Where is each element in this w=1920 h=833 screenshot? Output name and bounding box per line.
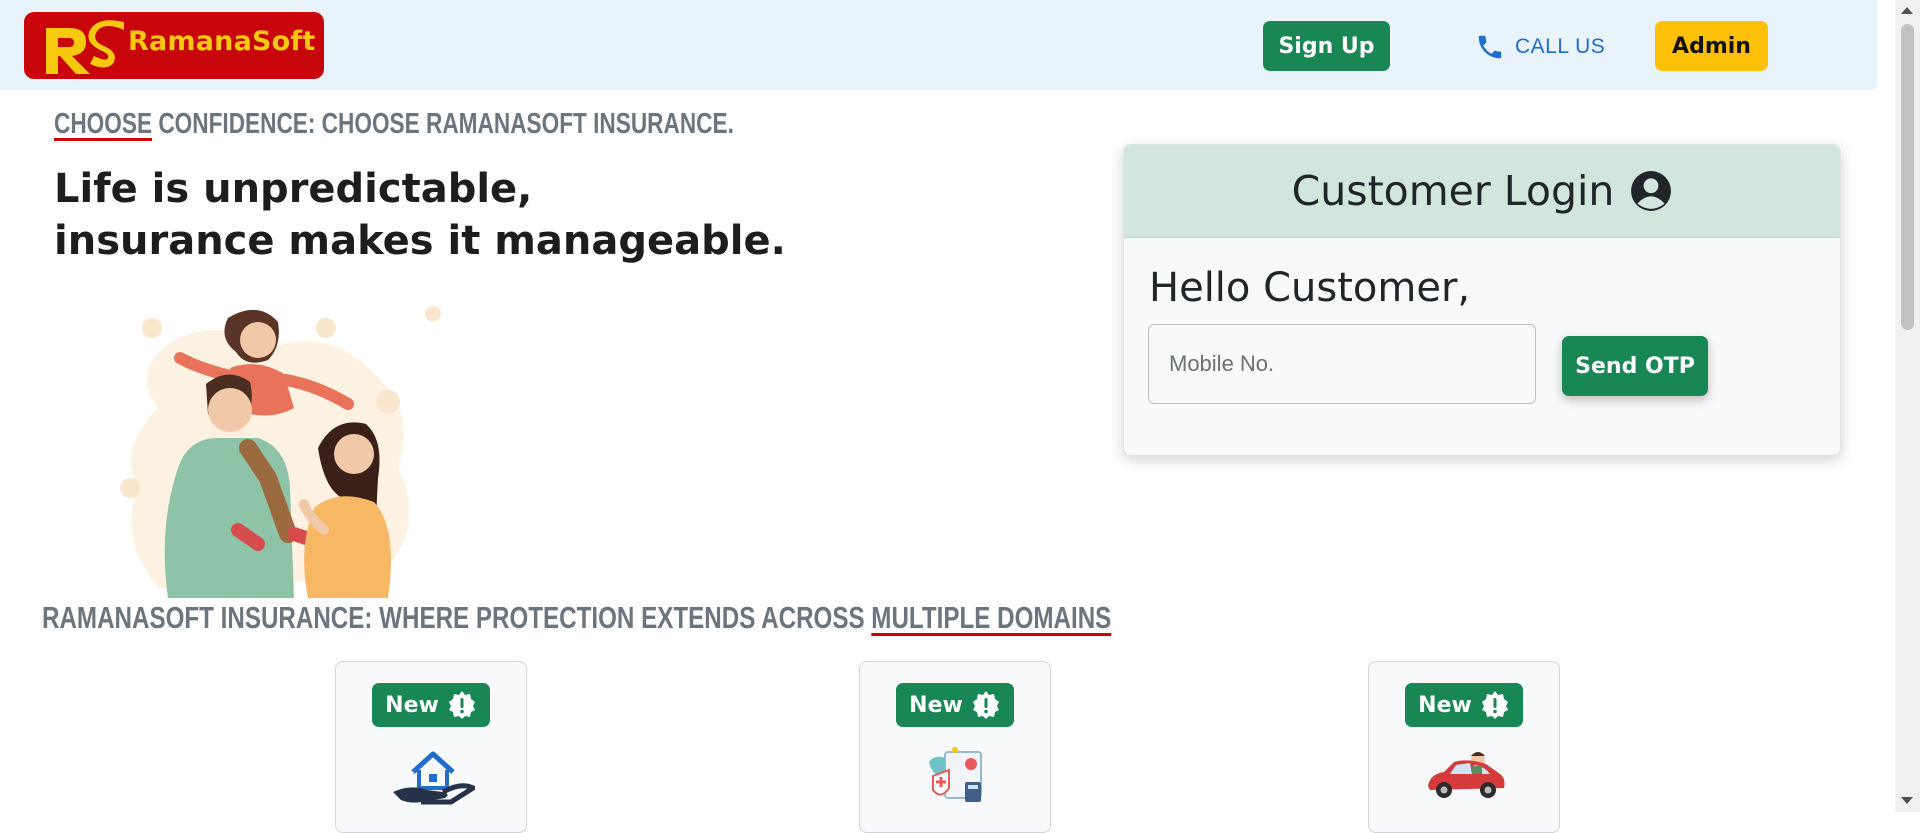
login-card-header: Customer Login: [1124, 145, 1840, 238]
home-insurance-icon: [393, 751, 475, 805]
new-badge-label: New: [909, 692, 963, 718]
call-us-link[interactable]: CALL US: [1475, 30, 1605, 64]
car-insurance-icon: [1428, 752, 1505, 798]
login-title: Customer Login: [1291, 167, 1615, 215]
alert-badge-icon: [448, 691, 475, 719]
tagline-underlined: CHOOSE: [54, 108, 153, 140]
domains-title-plain: RAMANASOFT INSURANCE: WHERE PROTECTION E…: [42, 600, 872, 635]
mobile-number-input[interactable]: [1148, 324, 1536, 404]
send-otp-button[interactable]: Send OTP: [1562, 336, 1708, 396]
brand-name: RamanaSoft: [128, 26, 316, 57]
page-scrollbar[interactable]: [1895, 0, 1920, 812]
hero-title-line1: Life is unpredictable,: [54, 166, 533, 212]
scroll-down-arrow-icon[interactable]: [1901, 797, 1913, 804]
brand-logo[interactable]: RamanaSoft: [24, 12, 324, 79]
navbar: RamanaSoft Sign Up CALL US Admin: [0, 0, 1877, 90]
user-circle-icon: [1631, 171, 1672, 211]
customer-login-card: Customer Login Hello Customer, Send OTP: [1123, 144, 1841, 456]
sign-up-button[interactable]: Sign Up: [1263, 21, 1390, 71]
hero-title-line2: insurance makes it manageable.: [54, 218, 786, 264]
tagline-rest: CONFIDENCE: CHOOSE RAMANASOFT INSURANCE.: [152, 108, 734, 140]
domain-card-car[interactable]: New: [1368, 661, 1560, 833]
health-insurance-icon: [929, 747, 982, 802]
new-badge: New: [896, 683, 1014, 727]
hello-greeting: Hello Customer,: [1149, 265, 1471, 311]
hero-tagline: CHOOSE CONFIDENCE: CHOOSE RAMANASOFT INS…: [54, 108, 734, 141]
new-badge: New: [1405, 683, 1523, 727]
rs-logo-icon: [46, 20, 124, 74]
domain-card-health[interactable]: New: [859, 661, 1051, 833]
domains-title: RAMANASOFT INSURANCE: WHERE PROTECTION E…: [42, 600, 1111, 636]
phone-icon: [1478, 35, 1502, 59]
alert-badge-icon: [972, 691, 999, 719]
family-illustration: [120, 306, 441, 598]
new-badge: New: [372, 683, 490, 727]
alert-badge-icon: [1481, 691, 1508, 719]
domains-title-underlined: MULTIPLE DOMAINS: [871, 600, 1112, 635]
new-badge-label: New: [385, 692, 439, 718]
scroll-up-arrow-icon[interactable]: [1901, 7, 1913, 14]
new-badge-label: New: [1418, 692, 1472, 718]
call-us-label: CALL US: [1515, 35, 1606, 58]
admin-button[interactable]: Admin: [1655, 21, 1768, 71]
hero-title: Life is unpredictable, insurance makes i…: [54, 163, 786, 267]
scrollbar-thumb[interactable]: [1901, 24, 1914, 330]
domain-card-home[interactable]: New: [335, 661, 527, 833]
